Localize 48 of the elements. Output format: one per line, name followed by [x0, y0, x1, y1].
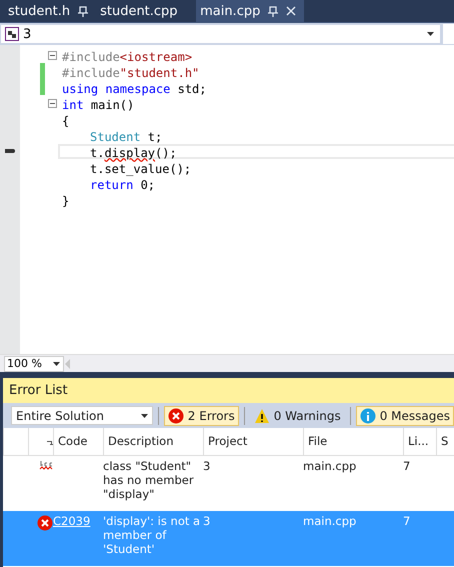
error-row[interactable]: class "Student" has no member "display" 3 main.cpp 7	[3, 456, 454, 511]
error-cell-text: 7	[403, 458, 412, 475]
error-cell-text: class "Student" has no member "display"	[103, 458, 195, 503]
panel-title: Error List	[3, 378, 454, 403]
code-line: t.set_value();	[89, 160, 192, 174]
caret-icon	[140, 414, 148, 418]
caret-icon	[427, 32, 434, 36]
code-line: #include<iostream>	[61, 48, 194, 62]
column-header[interactable]: Project	[203, 428, 303, 455]
collapse-icon[interactable]	[48, 50, 57, 60]
error-cell-text: main.cpp	[303, 458, 358, 475]
sort-icon	[47, 441, 53, 445]
filter-button[interactable]: 0 Warnings	[250, 406, 345, 426]
error-cell-text: main.cpp	[303, 513, 358, 530]
spelling-icon	[39, 460, 53, 471]
error-icon	[37, 515, 53, 531]
code-line: }	[61, 192, 70, 206]
caret-icon	[53, 362, 60, 366]
collapse-icon[interactable]	[48, 98, 57, 108]
error-cell-text: 3	[203, 513, 212, 530]
code-line: int main()	[61, 96, 136, 110]
close-icon[interactable]	[286, 6, 296, 16]
file-tab[interactable]: student.cpp	[96, 0, 196, 22]
error-cell-text: 7	[403, 513, 412, 530]
file-tab[interactable]: main.cpp	[196, 0, 304, 22]
project-icon	[5, 27, 19, 41]
column-header[interactable]: Li...	[403, 428, 436, 455]
error-cell-text: 'display': is not a member of 'Student'	[103, 513, 202, 558]
error-icon	[168, 408, 184, 424]
info-icon	[360, 408, 376, 424]
column-header[interactable]: Description	[103, 428, 203, 455]
column-header[interactable]: Code	[53, 428, 103, 455]
scope-dropdown[interactable]: Entire Solution	[11, 406, 153, 425]
code-line: {	[61, 112, 70, 126]
code-line: return 0;	[89, 176, 156, 190]
warning-icon	[254, 408, 270, 424]
code-line: t.display();	[58, 144, 454, 158]
code-line: #include"student.h"	[61, 64, 200, 78]
code-line: using namespace std;	[61, 80, 208, 94]
file-tab[interactable]: student.h	[4, 0, 96, 22]
zoom-dropdown[interactable]: 100 %	[4, 356, 64, 372]
project-dropdown[interactable]: 3	[0, 24, 441, 44]
column-header[interactable]: S	[436, 428, 454, 455]
error-cell-text: 3	[203, 458, 212, 475]
filter-button[interactable]: 0 Messages	[356, 406, 454, 426]
column-header[interactable]: File	[303, 428, 403, 455]
code-line: Student t;	[89, 128, 164, 142]
filter-button[interactable]: 2 Errors	[164, 406, 239, 426]
